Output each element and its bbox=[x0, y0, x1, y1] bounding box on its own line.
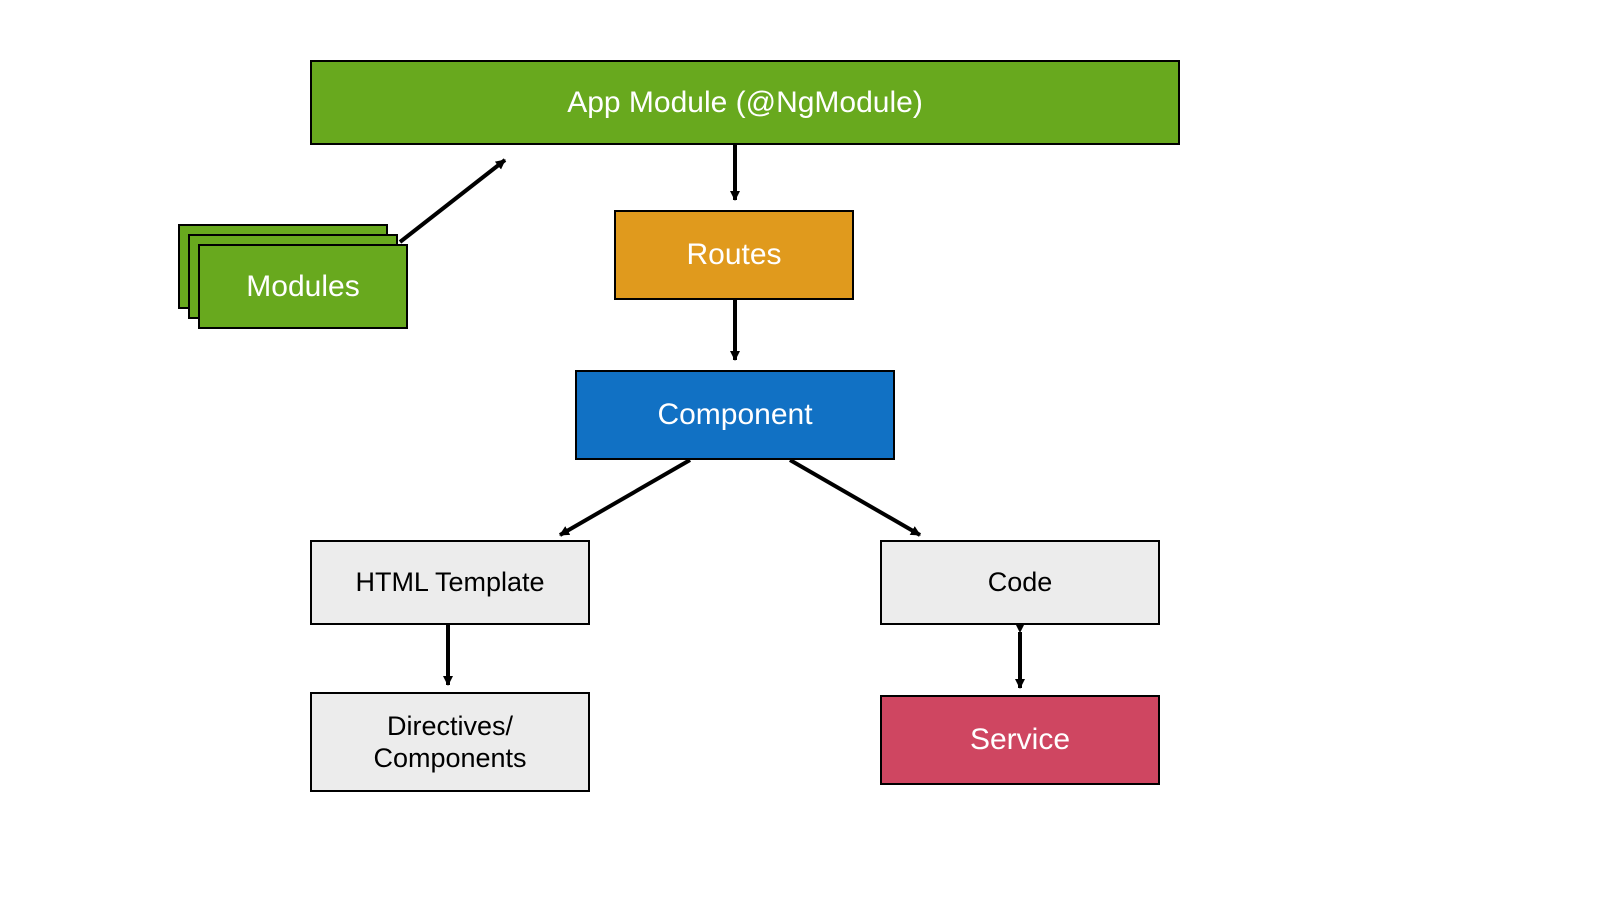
arrow-modules-appmodule bbox=[400, 160, 505, 242]
arrow-component-htmltemplate bbox=[560, 460, 690, 535]
label-modules: Modules bbox=[246, 270, 359, 304]
arrow-component-code bbox=[790, 460, 920, 535]
node-html-template: HTML Template bbox=[310, 540, 590, 625]
node-routes: Routes bbox=[614, 210, 854, 300]
label-app-module: App Module (@NgModule) bbox=[567, 86, 923, 120]
node-app-module: App Module (@NgModule) bbox=[310, 60, 1180, 145]
node-modules: Modules bbox=[198, 244, 408, 329]
node-service: Service bbox=[880, 695, 1160, 785]
label-html-template: HTML Template bbox=[355, 567, 544, 598]
node-directives-components: Directives/ Components bbox=[310, 692, 590, 792]
label-code: Code bbox=[988, 567, 1053, 598]
label-service: Service bbox=[970, 723, 1070, 757]
label-directives-components: Directives/ Components bbox=[373, 710, 526, 775]
node-code: Code bbox=[880, 540, 1160, 625]
label-routes: Routes bbox=[686, 238, 781, 272]
label-component: Component bbox=[657, 398, 812, 432]
node-component: Component bbox=[575, 370, 895, 460]
